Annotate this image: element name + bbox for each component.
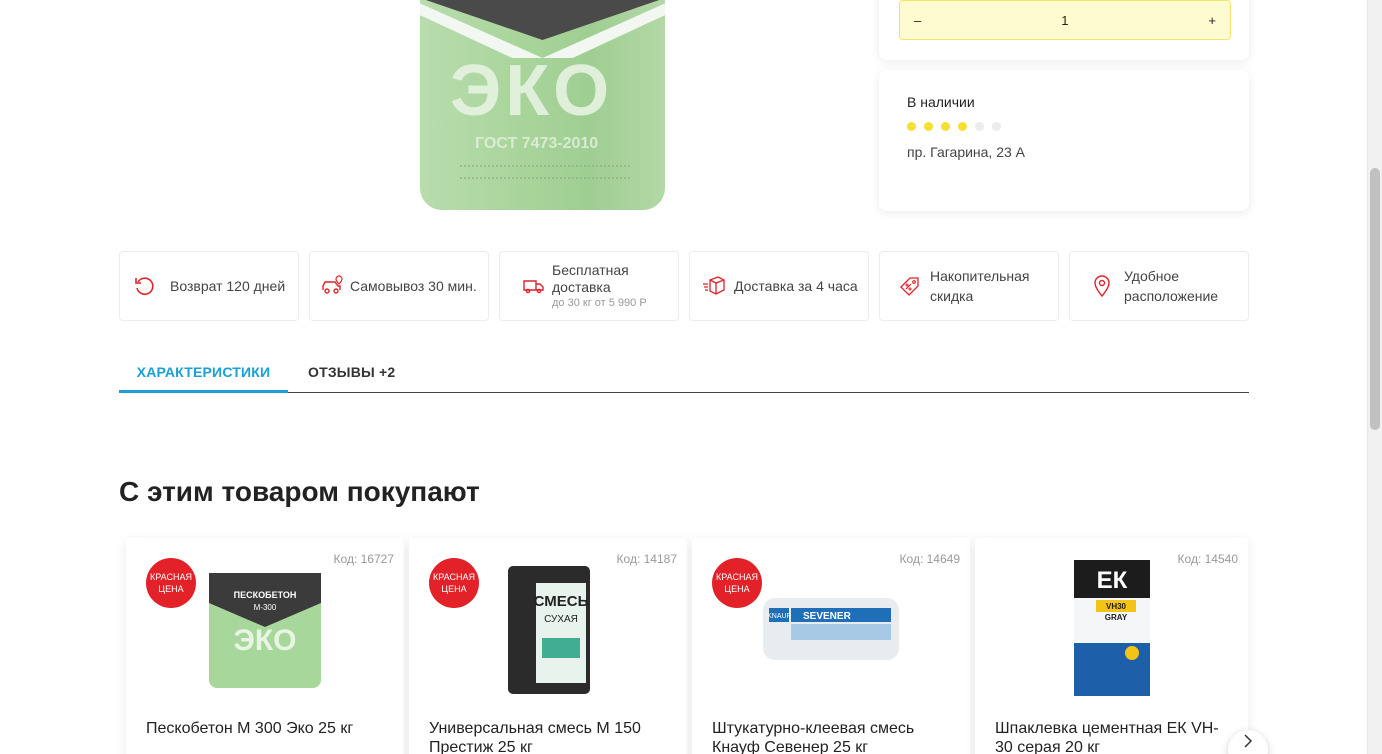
red-price-badge: Красная цена [429, 558, 479, 608]
product-name[interactable]: Штукатурно-клеевая смесь Кнауф Севенер 2… [712, 719, 952, 754]
product-thumbnail: СМЕСЬ СУХАЯ [508, 566, 590, 694]
quantity-card: – 1 + [879, 0, 1249, 60]
product-code: Код: 14187 [616, 552, 677, 566]
stock-dot [941, 122, 950, 131]
feature-label: Бесплатная доставка [552, 262, 629, 295]
stock-dot [924, 122, 933, 131]
svg-text:GRAY: GRAY [1104, 613, 1127, 622]
feature-pickup[interactable]: Самовывоз 30 мин. [309, 251, 489, 321]
svg-text:ПЕСКОБЕТОН: ПЕСКОБЕТОН [234, 590, 297, 600]
product-code: Код: 16727 [333, 552, 394, 566]
feature-discount[interactable]: Накопительная скидка [879, 251, 1059, 321]
product-name[interactable]: Шпаклевка цементная ЕК VH-30 серая 20 кг [995, 719, 1235, 754]
feature-sublabel: до 30 кг от 5 990 Р [552, 297, 647, 309]
stock-dot [958, 122, 967, 131]
svg-text:ЭКО: ЭКО [234, 624, 297, 657]
quantity-value[interactable]: 1 [1061, 13, 1068, 28]
bag-standard-text: ГОСТ 7473-2010 [475, 135, 599, 152]
product-tabs: ХАРАКТЕРИСТИКИ ОТЗЫВЫ +2 [119, 355, 1249, 393]
related-product-card[interactable]: Красная цена Код: 14187 СМЕСЬ СУХАЯ Унив… [409, 538, 687, 754]
feature-label: Удобное расположение [1124, 268, 1219, 304]
stock-status: В наличии [907, 94, 975, 110]
tab-reviews[interactable]: ОТЗЫВЫ +2 [308, 364, 395, 380]
feature-return[interactable]: Возврат 120 дней [119, 251, 299, 321]
feature-free-delivery[interactable]: Бесплатная доставка до 30 кг от 5 990 Р [499, 251, 679, 321]
related-section-title: С этим товаром покупают [119, 476, 480, 507]
stock-dot [992, 122, 1001, 131]
red-price-badge: Красная цена [146, 558, 196, 608]
box-delivery-icon [703, 276, 725, 295]
feature-text: Бесплатная доставка до 30 кг от 5 990 Р [552, 262, 678, 310]
return-icon [135, 277, 154, 295]
svg-text:VH30: VH30 [1105, 602, 1126, 611]
truck-icon [523, 280, 544, 294]
svg-text:СМЕСЬ: СМЕСЬ [534, 593, 589, 610]
tab-characteristics[interactable]: ХАРАКТЕРИСТИКИ [119, 364, 288, 393]
discount-tag-icon [900, 277, 919, 296]
svg-text:М-300: М-300 [254, 603, 277, 612]
product-main-image: ЭКО ГОСТ 7473-2010 [400, 0, 690, 215]
location-pin-icon [1094, 275, 1110, 298]
stock-dot [907, 122, 916, 131]
product-name[interactable]: Универсальная смесь М 150 Престиж 25 кг [429, 719, 669, 754]
stock-dot [975, 122, 984, 131]
related-product-card[interactable]: Красная цена Код: 14649 SEVENER KNAUF Шт… [692, 538, 970, 754]
related-product-card[interactable]: Красная цена Код: 16727 ЭКО ПЕСКОБЕТОН М… [126, 538, 404, 754]
quantity-increase-button[interactable]: + [1208, 13, 1216, 28]
product-code: Код: 14540 [1177, 552, 1238, 566]
feature-location[interactable]: Удобное расположение [1069, 251, 1249, 321]
quantity-decrease-button[interactable]: – [914, 13, 921, 28]
feature-label: Доставка за 4 часа [734, 278, 858, 294]
store-address[interactable]: пр. Гагарина, 23 А [907, 144, 1025, 160]
car-pickup-icon [322, 275, 343, 294]
feature-label: Самовывоз 30 мин. [350, 278, 477, 294]
scrollbar-thumb[interactable] [1370, 168, 1380, 430]
svg-text:СУХАЯ: СУХАЯ [544, 614, 578, 625]
product-thumbnail: SEVENER KNAUF [763, 598, 899, 660]
svg-text:KNAUF: KNAUF [767, 613, 791, 620]
product-thumbnail: ЕК VH30 GRAY [1073, 560, 1150, 696]
bag-brand-text: ЭКО [450, 51, 614, 131]
product-bag-picture: ЭКО ГОСТ 7473-2010 [420, 0, 665, 210]
product-thumbnail: ЭКО ПЕСКОБЕТОН М-300 [209, 573, 321, 688]
feature-fast-delivery[interactable]: Доставка за 4 часа [689, 251, 869, 321]
svg-text:ЕК: ЕК [1096, 567, 1127, 594]
stock-level-indicator [907, 122, 1001, 131]
chevron-right-icon [1244, 734, 1253, 748]
quantity-stepper[interactable]: – 1 + [899, 0, 1231, 40]
feature-label: Возврат 120 дней [170, 278, 286, 294]
page-scrollbar[interactable] [1367, 0, 1382, 754]
feature-label: Накопительная скидка [930, 268, 1030, 304]
related-product-card[interactable]: Код: 14540 ЕК VH30 GRAY Шпаклевка цемент… [975, 538, 1248, 754]
product-name[interactable]: Пескобетон М 300 Эко 25 кг [146, 719, 386, 738]
stock-card: В наличии пр. Гагарина, 23 А [879, 70, 1249, 211]
svg-text:SEVENER: SEVENER [803, 611, 852, 622]
